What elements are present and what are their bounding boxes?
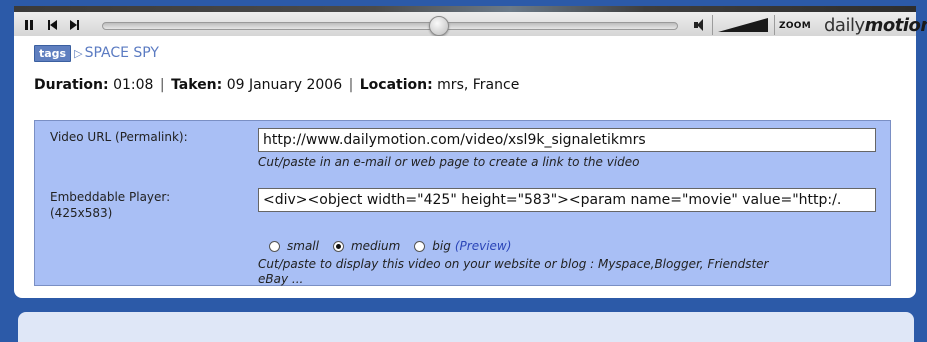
- player-size-options: small medium big (Preview): [269, 239, 511, 253]
- divider: |: [348, 77, 354, 93]
- zoom-button[interactable]: ZOOM: [779, 21, 811, 31]
- embed-label: Embeddable Player:: [50, 190, 171, 204]
- size-radio-small[interactable]: [269, 240, 280, 252]
- volume-slider[interactable]: [718, 18, 768, 32]
- size-radio-medium[interactable]: [332, 240, 344, 252]
- tags-row: tags ▷ SPACE SPY: [34, 44, 159, 62]
- tags-badge: tags: [34, 44, 72, 62]
- divider: [774, 15, 775, 35]
- volume-icon[interactable]: [694, 19, 706, 31]
- url-hint: Cut/paste in an e-mail or web page to cr…: [258, 155, 640, 169]
- location-value: mrs, France: [437, 77, 520, 93]
- divider: [712, 15, 713, 35]
- tag-arrow-icon: ▷: [74, 46, 83, 60]
- duration-label: Duration:: [34, 77, 109, 93]
- embed-code-field[interactable]: <div><object width="425" height="583"><p…: [258, 188, 876, 212]
- embed-size: (425x583): [50, 206, 113, 220]
- preview-link[interactable]: (Preview): [455, 239, 512, 253]
- taken-value: 09 January 2006: [226, 77, 343, 93]
- location-label: Location:: [359, 77, 433, 93]
- pause-icon[interactable]: [22, 18, 36, 32]
- size-label-medium: medium: [350, 239, 401, 253]
- next-section-card: [18, 312, 914, 342]
- url-label: Video URL (Permalink):: [50, 130, 188, 144]
- size-label-big: big: [432, 239, 451, 253]
- duration-value: 01:08: [113, 77, 154, 93]
- divider: |: [159, 77, 165, 93]
- video-frame-strip: [14, 6, 916, 12]
- seek-handle[interactable]: [428, 16, 449, 36]
- next-icon[interactable]: [66, 18, 82, 32]
- video-info-panel: tags ▷ SPACE SPY Duration: 01:08 | Taken…: [14, 36, 916, 298]
- embed-hint: Cut/paste to display this video on your …: [258, 257, 769, 271]
- seek-slider[interactable]: [102, 16, 678, 36]
- size-label-small: small: [287, 239, 319, 253]
- video-metadata: Duration: 01:08 | Taken: 09 January 2006…: [34, 77, 519, 93]
- dailymotion-logo[interactable]: dailymotion: [824, 15, 927, 36]
- share-box: Video URL (Permalink): http://www.dailym…: [34, 120, 891, 286]
- tag-link[interactable]: SPACE SPY: [85, 45, 159, 61]
- previous-icon[interactable]: [44, 18, 60, 32]
- permalink-field[interactable]: http://www.dailymotion.com/video/xsl9k_s…: [258, 128, 876, 152]
- player-controls: ZOOM dailymotion: [14, 6, 927, 37]
- taken-label: Taken:: [171, 77, 223, 93]
- size-radio-big[interactable]: [414, 240, 426, 252]
- embed-hint-continued: eBay ...: [258, 272, 304, 286]
